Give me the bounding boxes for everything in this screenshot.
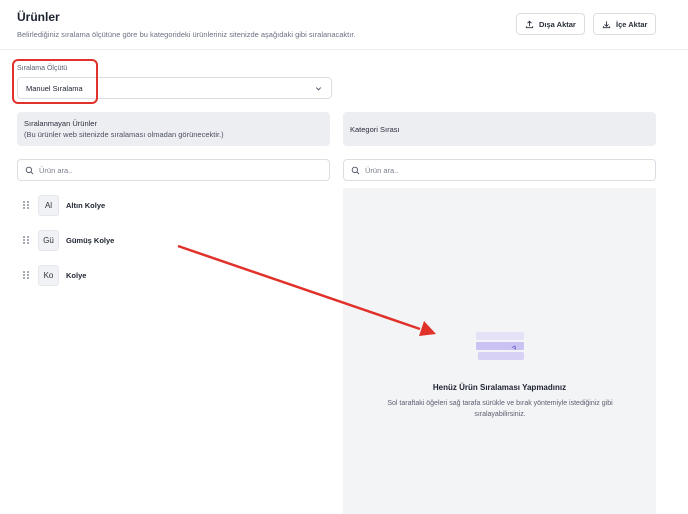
product-item[interactable]: Al Altın Kolye bbox=[23, 194, 105, 216]
page-subtitle: Belirlediğiniz sıralama ölçütüne göre bu… bbox=[17, 30, 356, 39]
import-label: İçe Aktar bbox=[616, 19, 648, 29]
page-header: Ürünler Belirlediğiniz sıralama ölçütüne… bbox=[0, 0, 688, 50]
annotation-highlight-box bbox=[12, 59, 98, 104]
export-label: Dışa Aktar bbox=[539, 19, 576, 29]
page-title: Ürünler bbox=[17, 10, 60, 24]
product-avatar: Ko bbox=[38, 264, 59, 286]
category-search[interactable] bbox=[343, 159, 656, 181]
export-button[interactable]: Dışa Aktar bbox=[516, 13, 585, 35]
import-button[interactable]: İçe Aktar bbox=[593, 13, 657, 35]
product-avatar: Gü bbox=[38, 229, 59, 251]
category-search-input[interactable] bbox=[365, 165, 625, 175]
product-name: Altın Kolye bbox=[66, 200, 106, 210]
product-item[interactable]: Ko Kolye bbox=[23, 264, 86, 286]
search-icon bbox=[351, 166, 360, 174]
unsorted-panel-subtitle: (Bu ürünler web sitenizde sıralaması olm… bbox=[24, 130, 224, 139]
drag-handle-icon[interactable] bbox=[23, 270, 30, 280]
empty-state-description: Sol taraftaki öğeleri sağ tarafa sürükle… bbox=[387, 400, 613, 418]
search-icon bbox=[25, 166, 34, 174]
product-item[interactable]: Gü Gümüş Kolye bbox=[23, 229, 114, 251]
download-icon bbox=[602, 20, 611, 28]
unsorted-panel-header: Sıralanmayan Ürünler (Bu ürünler web sit… bbox=[17, 112, 330, 146]
drag-handle-icon[interactable] bbox=[23, 235, 30, 245]
drag-handle-icon[interactable] bbox=[23, 200, 30, 210]
upload-icon bbox=[525, 20, 534, 28]
unsorted-panel-title: Sıralanmayan Ürünler bbox=[24, 119, 97, 128]
category-order-panel-title: Kategori Sırası bbox=[350, 125, 400, 134]
product-avatar: Al bbox=[38, 194, 59, 216]
unsorted-search-input[interactable] bbox=[39, 165, 299, 175]
product-name: Gümüş Kolye bbox=[66, 235, 115, 245]
product-name: Kolye bbox=[66, 270, 87, 280]
empty-list-illustration bbox=[476, 332, 524, 360]
empty-state-title: Henüz Ürün Sıralaması Yapmadınız bbox=[432, 383, 567, 392]
category-order-panel-header: Kategori Sırası bbox=[343, 112, 656, 146]
unsorted-search[interactable] bbox=[17, 159, 330, 181]
chevron-down-icon bbox=[315, 86, 322, 90]
